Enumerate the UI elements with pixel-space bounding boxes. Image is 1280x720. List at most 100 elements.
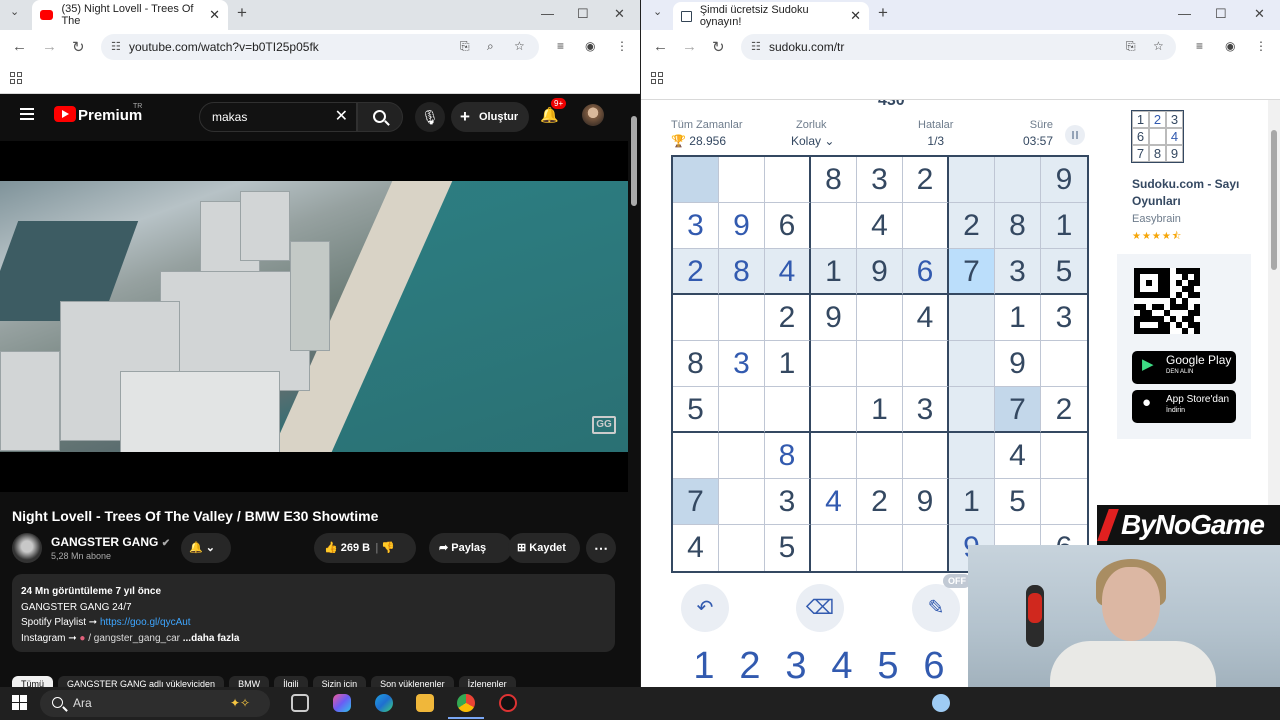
sudoku-cell[interactable] xyxy=(857,525,903,571)
sudoku-cell[interactable] xyxy=(903,341,949,387)
like-button[interactable]: 👍 269 B | 👎 xyxy=(314,533,416,563)
sudoku-cell[interactable]: 6 xyxy=(765,203,811,249)
channel-watermark[interactable]: GG xyxy=(592,416,616,434)
chrome-icon[interactable] xyxy=(457,694,475,712)
create-button[interactable]: + Oluştur xyxy=(451,102,529,132)
sudoku-cell[interactable]: 1 xyxy=(811,249,857,295)
sudoku-cell[interactable]: 4 xyxy=(995,433,1041,479)
sudoku-cell[interactable] xyxy=(673,433,719,479)
erase-button[interactable]: ⌫ xyxy=(796,584,844,632)
reload-icon[interactable]: ↻ xyxy=(712,38,725,56)
tab-youtube[interactable]: (35) Night Lovell - Trees Of The ✕ xyxy=(32,0,228,30)
recording-app-icon[interactable] xyxy=(499,694,517,712)
video-description[interactable]: 24 Mn görüntüleme 7 yıl önce GANGSTER GA… xyxy=(12,574,615,652)
number-button[interactable]: 2 xyxy=(727,645,773,687)
sudoku-cell[interactable] xyxy=(765,157,811,203)
menu-icon[interactable]: ⋮ xyxy=(616,39,628,53)
sudoku-cell[interactable]: 4 xyxy=(811,479,857,525)
sudoku-cell[interactable]: 1 xyxy=(857,387,903,433)
sudoku-cell[interactable] xyxy=(903,433,949,479)
sudoku-cell[interactable] xyxy=(1041,479,1087,525)
forward-icon[interactable]: → xyxy=(42,38,57,55)
sudoku-cell[interactable]: 4 xyxy=(673,525,719,571)
sudoku-cell[interactable]: 3 xyxy=(719,341,765,387)
copilot-icon[interactable] xyxy=(333,694,351,712)
sudoku-cell[interactable]: 9 xyxy=(719,203,765,249)
undo-button[interactable]: ↶ xyxy=(681,584,729,632)
sudoku-cell[interactable]: 9 xyxy=(857,249,903,295)
profile-icon[interactable]: ◉ xyxy=(1225,39,1235,53)
sudoku-cell[interactable] xyxy=(949,433,995,479)
site-info-icon[interactable]: ☷ xyxy=(751,40,761,53)
sudoku-cell[interactable] xyxy=(949,341,995,387)
filter-chip[interactable]: Son yüklenenler xyxy=(371,676,454,687)
media-icon[interactable]: ≡ xyxy=(1196,39,1203,53)
channel-name[interactable]: GANGSTER GANG ✔ xyxy=(51,535,170,549)
more-actions-icon[interactable]: ⋯ xyxy=(586,533,616,563)
sudoku-cell[interactable]: 4 xyxy=(857,203,903,249)
address-bar[interactable]: ☷ youtube.com/watch?v=b0TI25p05fk xyxy=(101,34,539,60)
sudoku-cell[interactable]: 5 xyxy=(765,525,811,571)
sudoku-cell[interactable]: 3 xyxy=(857,157,903,203)
bookmark-star-icon[interactable]: ☆ xyxy=(1153,39,1164,53)
maximize-icon[interactable]: ☐ xyxy=(577,6,589,22)
search-input[interactable]: makas ✕ xyxy=(199,102,357,132)
sudoku-cell[interactable] xyxy=(857,433,903,479)
video-player[interactable]: GG xyxy=(0,141,628,492)
sudoku-cell[interactable] xyxy=(673,295,719,341)
sudoku-cell[interactable]: 1 xyxy=(949,479,995,525)
close-window-icon[interactable]: ✕ xyxy=(614,6,625,22)
sudoku-cell[interactable] xyxy=(765,387,811,433)
clear-search-icon[interactable]: ✕ xyxy=(335,103,348,131)
hamburger-menu-icon[interactable] xyxy=(20,108,34,123)
sudoku-cell[interactable] xyxy=(949,387,995,433)
share-button[interactable]: ➦ Paylaş xyxy=(429,533,512,563)
sudoku-cell[interactable] xyxy=(811,203,857,249)
sudoku-cell[interactable]: 2 xyxy=(673,249,719,295)
number-button[interactable]: 4 xyxy=(819,645,865,687)
tab-close-icon[interactable]: ✕ xyxy=(850,8,861,24)
back-icon[interactable]: ← xyxy=(653,38,668,55)
channel-avatar[interactable] xyxy=(12,533,42,563)
sudoku-cell[interactable]: 5 xyxy=(1041,249,1087,295)
sudoku-cell[interactable]: 3 xyxy=(995,249,1041,295)
sudoku-cell[interactable]: 7 xyxy=(949,249,995,295)
zoom-icon[interactable]: ⌕ xyxy=(487,39,494,54)
qr-code[interactable] xyxy=(1134,268,1200,334)
sudoku-cell[interactable]: 3 xyxy=(1041,295,1087,341)
back-icon[interactable]: ← xyxy=(12,38,27,55)
sudoku-cell[interactable]: 2 xyxy=(765,295,811,341)
install-icon[interactable]: ⎘ xyxy=(1126,39,1136,54)
sudoku-cell[interactable] xyxy=(811,433,857,479)
sudoku-cell[interactable] xyxy=(719,157,765,203)
profile-icon[interactable]: ◉ xyxy=(585,39,595,53)
apps-icon[interactable] xyxy=(651,72,663,84)
site-info-icon[interactable]: ☷ xyxy=(111,40,121,53)
sudoku-cell[interactable] xyxy=(811,341,857,387)
sudoku-cell[interactable]: 2 xyxy=(949,203,995,249)
sudoku-cell[interactable]: 5 xyxy=(995,479,1041,525)
sudoku-cell[interactable]: 9 xyxy=(1041,157,1087,203)
install-icon[interactable]: ⎘ xyxy=(460,39,470,54)
filter-chip[interactable]: BMW xyxy=(229,676,270,687)
filter-chip[interactable]: Sizin için xyxy=(312,676,367,687)
number-button[interactable]: 5 xyxy=(865,645,911,687)
sudoku-cell[interactable]: 1 xyxy=(1041,203,1087,249)
sudoku-cell[interactable]: 8 xyxy=(719,249,765,295)
sudoku-cell[interactable] xyxy=(719,295,765,341)
filter-chip[interactable]: GANGSTER GANG adlı yükleyiciden xyxy=(58,676,225,687)
file-explorer-icon[interactable] xyxy=(416,694,434,712)
tab-close-icon[interactable]: ✕ xyxy=(209,7,220,23)
sudoku-cell[interactable]: 3 xyxy=(673,203,719,249)
close-window-icon[interactable]: ✕ xyxy=(1254,6,1265,22)
sudoku-cell[interactable]: 8 xyxy=(995,203,1041,249)
tab-sudoku[interactable]: Şimdi ücretsiz Sudoku oynayın! ✕ xyxy=(673,2,869,30)
number-button[interactable]: 1 xyxy=(681,645,727,687)
sudoku-cell[interactable] xyxy=(673,157,719,203)
sudoku-cell[interactable]: 2 xyxy=(857,479,903,525)
sudoku-cell[interactable]: 4 xyxy=(765,249,811,295)
sudoku-cell[interactable]: 2 xyxy=(1041,387,1087,433)
minimize-icon[interactable]: — xyxy=(1178,6,1191,21)
sudoku-cell[interactable]: 1 xyxy=(995,295,1041,341)
sudoku-cell[interactable]: 1 xyxy=(765,341,811,387)
